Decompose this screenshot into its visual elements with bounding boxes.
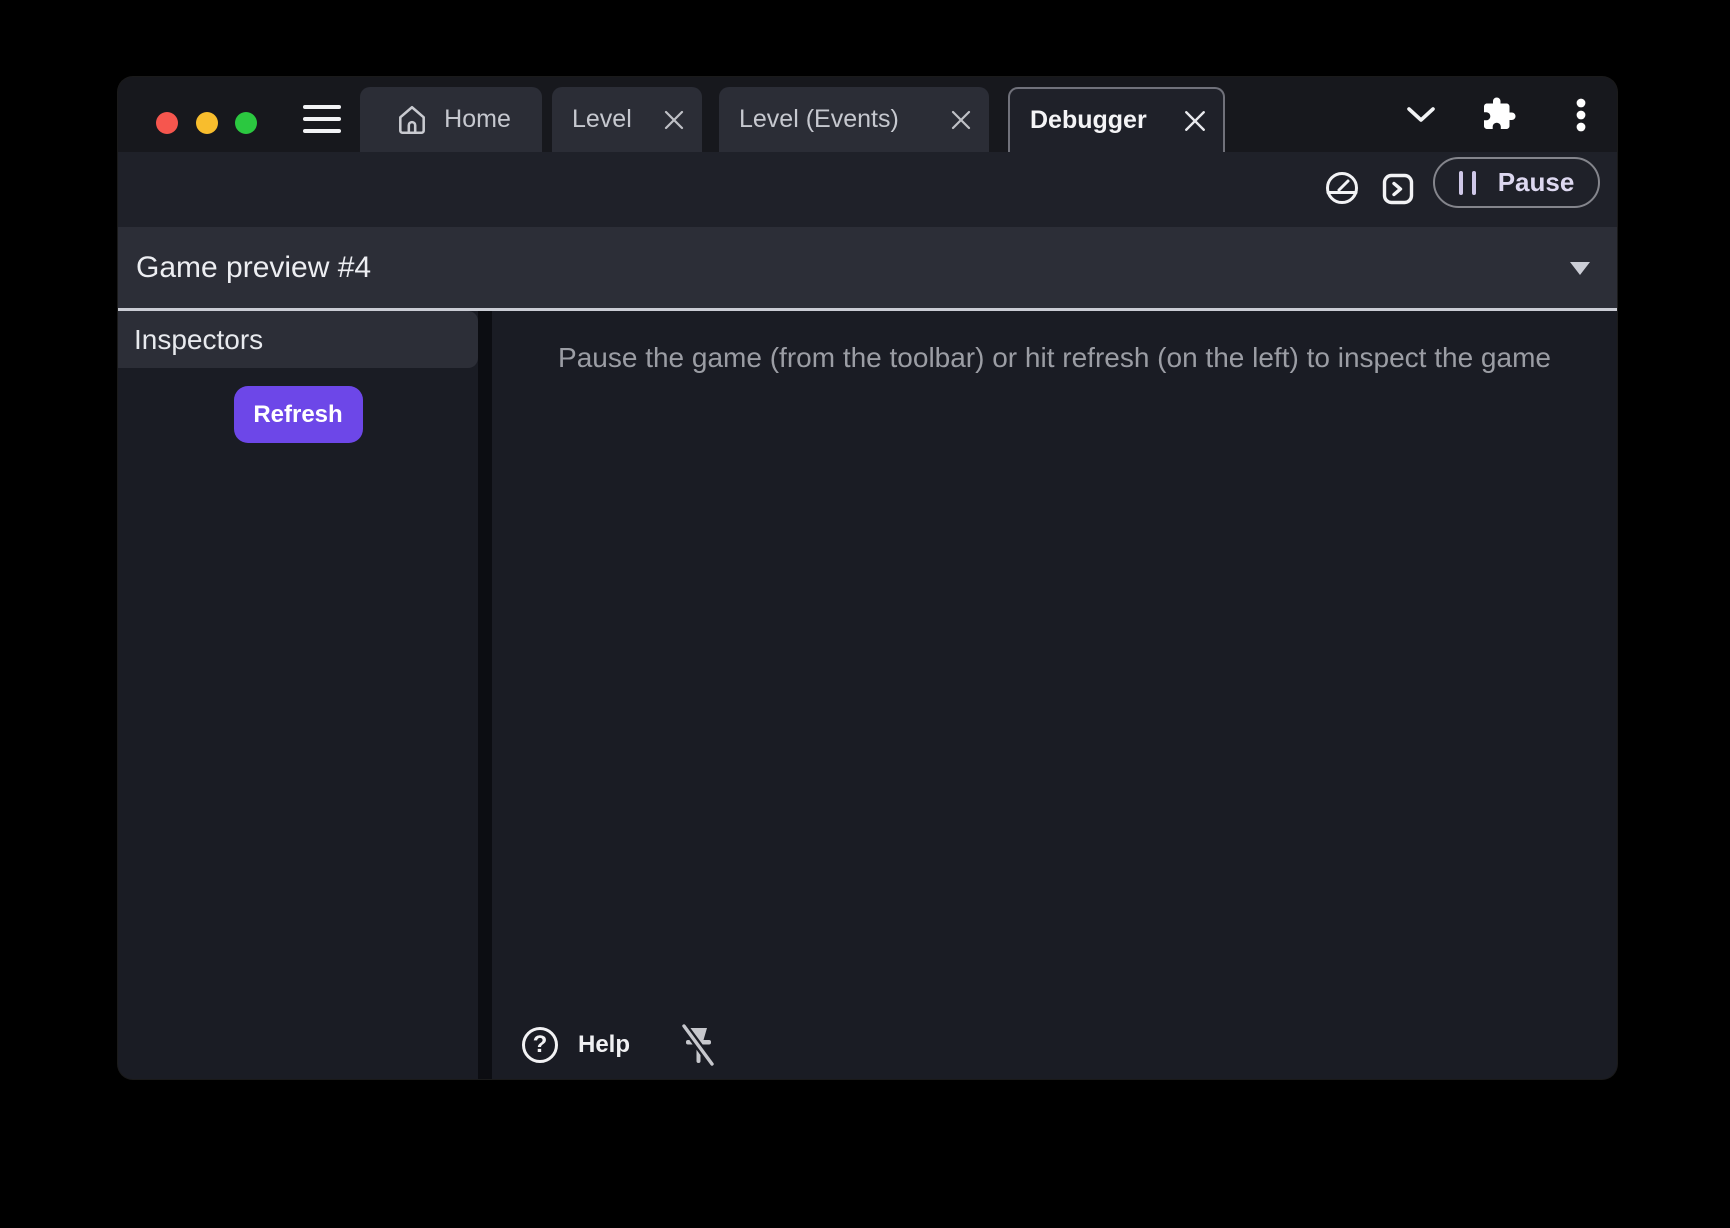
close-icon[interactable] <box>1183 109 1207 133</box>
empty-state-message: Pause the game (from the toolbar) or hit… <box>558 342 1551 373</box>
tab-home[interactable]: Home <box>360 87 542 152</box>
main-panel: Pause the game (from the toolbar) or hit… <box>492 311 1617 1079</box>
sidebar: Inspectors Refresh <box>118 311 478 1079</box>
footer-row: ? Help <box>522 1023 718 1067</box>
tab-level[interactable]: Level <box>552 87 702 152</box>
pause-icon <box>1458 170 1476 195</box>
refresh-button[interactable]: Refresh <box>233 386 363 443</box>
help-circle-icon[interactable]: ? <box>522 1027 558 1063</box>
game-preview-selector[interactable]: Game preview #4 <box>118 227 1617 308</box>
tab-debugger[interactable]: Debugger <box>1008 87 1225 152</box>
pause-button-label: Pause <box>1497 167 1575 197</box>
chevron-down-icon[interactable] <box>1404 103 1438 127</box>
profiler-gauge-icon[interactable] <box>1325 171 1359 205</box>
debugger-toolbar: Pause <box>118 152 1617 227</box>
inspectors-label: Inspectors <box>134 323 264 355</box>
pin-off-icon[interactable] <box>678 1023 718 1067</box>
app-window: Home Level Level (Events) Debugger Pause… <box>118 77 1617 1079</box>
debugger-body: Inspectors Refresh Pause the game (from … <box>118 311 1617 1079</box>
sidebar-item-inspectors[interactable]: Inspectors <box>118 311 478 368</box>
menu-icon[interactable] <box>303 105 341 133</box>
home-icon <box>395 103 429 137</box>
titlebar: Home Level Level (Events) Debugger <box>118 77 1617 152</box>
console-icon[interactable] <box>1382 173 1414 205</box>
close-icon[interactable] <box>662 108 686 132</box>
sidebar-resize-divider[interactable] <box>478 311 492 1079</box>
pause-button[interactable]: Pause <box>1433 157 1600 208</box>
game-preview-title: Game preview #4 <box>136 250 372 284</box>
tab-label: Home <box>444 105 511 133</box>
help-button[interactable]: Help <box>578 1031 630 1059</box>
zoom-traffic-light[interactable] <box>235 112 257 134</box>
tab-label: Level (Events) <box>739 105 899 133</box>
extensions-puzzle-icon[interactable] <box>1480 95 1518 133</box>
close-icon[interactable] <box>949 108 973 132</box>
tab-label: Debugger <box>1030 106 1147 134</box>
dropdown-arrow-icon[interactable] <box>1570 262 1590 275</box>
help-glyph: ? <box>532 1031 548 1058</box>
minimize-traffic-light[interactable] <box>196 112 218 134</box>
more-vertical-icon[interactable] <box>1566 98 1596 133</box>
tab-label: Level <box>572 105 632 133</box>
close-traffic-light[interactable] <box>156 112 178 134</box>
tab-level-events[interactable]: Level (Events) <box>719 87 989 152</box>
